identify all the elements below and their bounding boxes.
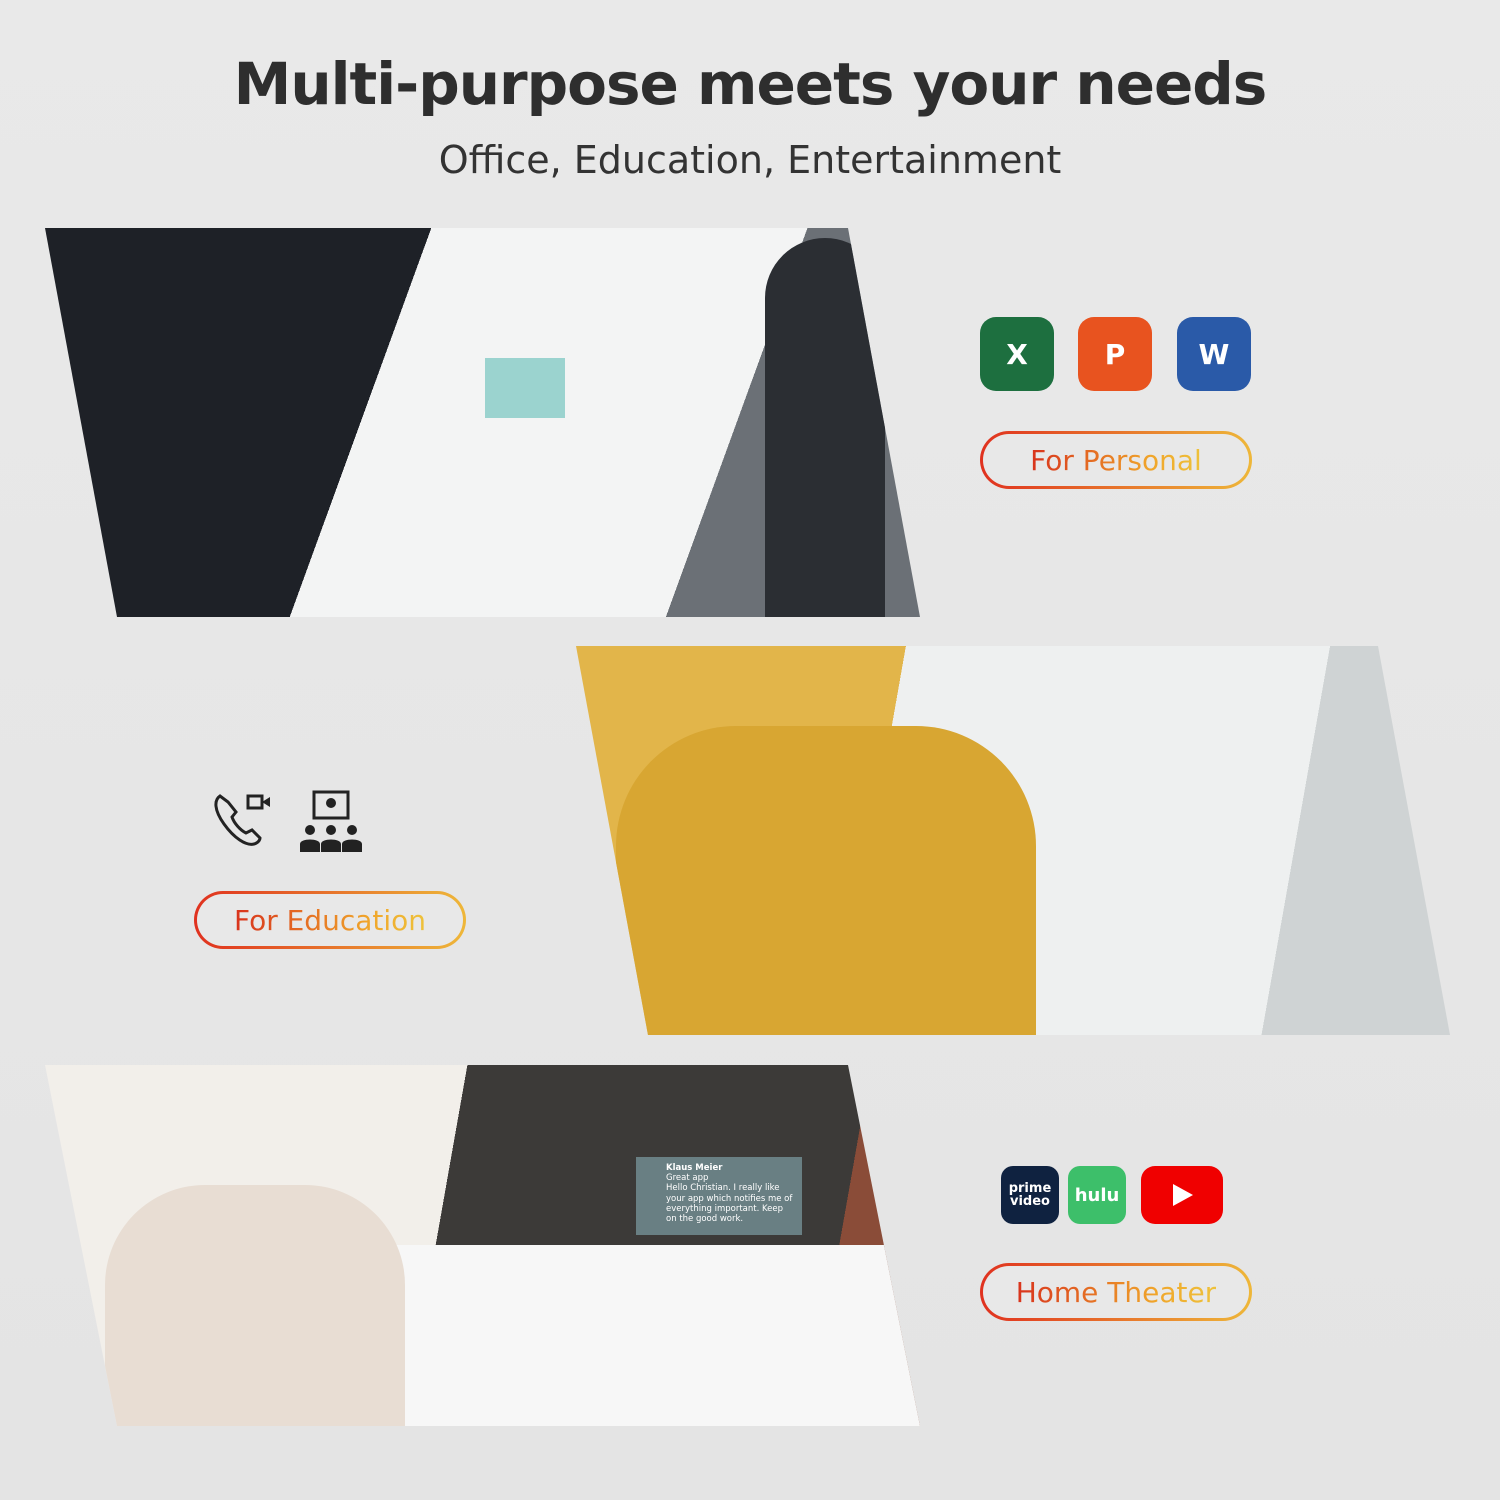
excel-icon: X <box>980 317 1054 391</box>
home-theater-photo <box>45 1065 920 1426</box>
page-title: Multi-purpose meets your needs <box>233 50 1268 118</box>
powerpoint-icon: P <box>1078 317 1152 391</box>
word-icon: W <box>1177 317 1251 391</box>
for-personal-badge: For Personal <box>980 431 1252 489</box>
badge-label: For Education <box>233 903 427 937</box>
notification-sender: Klaus Meier <box>666 1163 723 1173</box>
person-silhouette <box>765 238 885 617</box>
child-silhouette <box>616 726 1036 1035</box>
home-theater-badge: Home Theater <box>980 1263 1252 1321</box>
tv-notification: Klaus Meier Great app Hello Christian. I… <box>636 1157 802 1235</box>
page-subtitle: Office, Education, Entertainment <box>438 138 1062 182</box>
hulu-icon: hulu <box>1068 1166 1126 1224</box>
notification-body: Hello Christian. I really like your app … <box>666 1183 793 1224</box>
youtube-icon <box>1141 1166 1223 1224</box>
video-call-icon <box>214 794 270 846</box>
prime-video-icon: prime video <box>1001 1166 1059 1224</box>
badge-label: Home Theater <box>1015 1275 1217 1309</box>
online-class-icon <box>300 790 362 852</box>
education-photo <box>576 646 1450 1035</box>
for-education-badge: For Education <box>194 891 466 949</box>
notification-subject: Great app <box>666 1173 709 1184</box>
couple-silhouette <box>105 1185 405 1426</box>
office-photo <box>45 228 920 617</box>
badge-label: For Personal <box>1030 443 1202 477</box>
tv-cabinet <box>390 1245 920 1426</box>
slide-thumbnail <box>485 358 565 418</box>
